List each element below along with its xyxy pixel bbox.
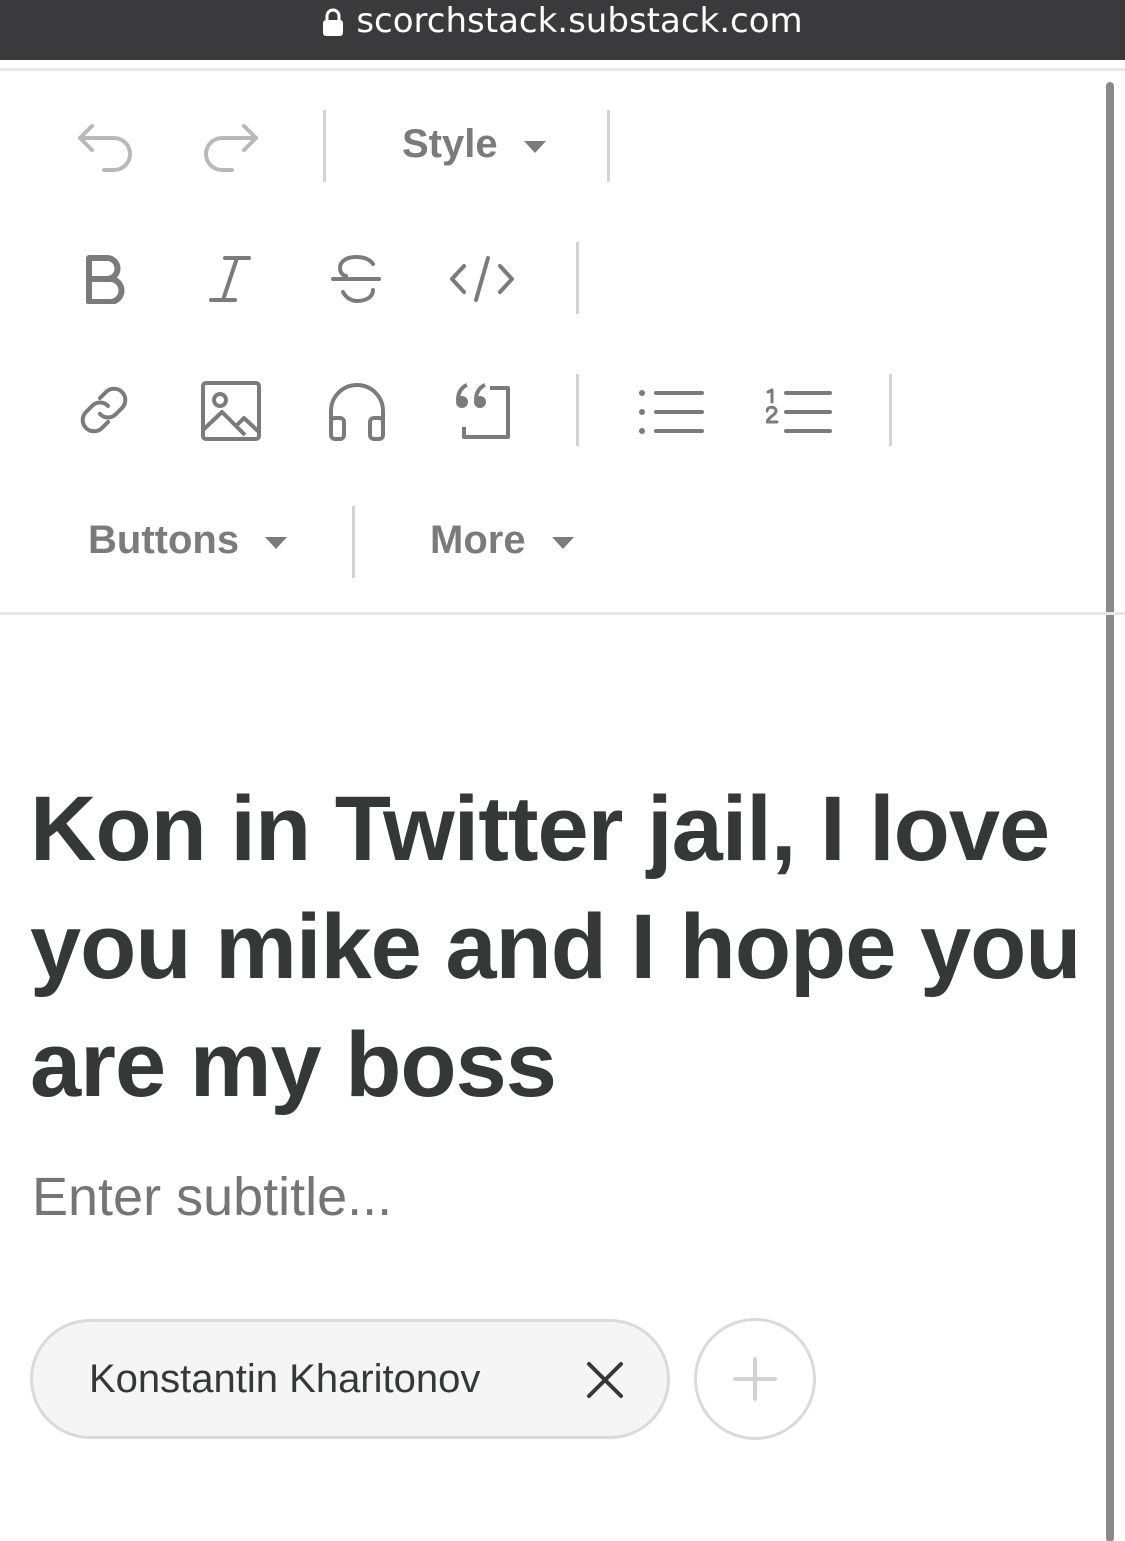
image-button[interactable] [198,378,264,444]
numbered-list-button[interactable] [764,382,834,442]
bullet-list-icon [639,390,704,434]
toolbar-separator [576,242,579,314]
undo-button[interactable] [70,116,142,176]
toolbar-separator [889,374,892,446]
toolbar-separator [607,110,610,182]
bold-button[interactable] [74,248,134,310]
toolbar-separator [323,110,326,182]
undo-icon [78,124,132,172]
link-icon [80,386,128,434]
lock-icon [323,8,344,36]
plus-icon [733,1357,777,1401]
add-author-button[interactable] [694,1318,816,1440]
toolbar-separator [576,374,579,446]
browser-url-bar[interactable]: scorchstack.substack.com [0,0,1125,60]
buttons-label: Buttons [88,518,240,562]
url-text: scorchstack.substack.com [356,1,803,41]
headphones-icon [329,383,385,441]
audio-button[interactable] [324,378,390,444]
strikethrough-icon [331,254,381,304]
more-dropdown[interactable]: More [430,518,574,563]
editor-toolbar: Style Buttons More [0,72,1106,614]
subtitle-input[interactable] [32,1166,1032,1228]
style-dropdown[interactable]: Style [402,122,546,167]
quote-button[interactable] [448,378,514,444]
italic-icon [209,256,251,302]
caret-down-icon [265,536,288,549]
redo-button[interactable] [194,116,266,176]
toolbar-divider [0,612,1125,615]
numbered-list-icon [766,388,832,433]
caret-down-icon [523,140,546,153]
strikethrough-button[interactable] [326,248,386,310]
more-label: More [430,518,526,562]
url-bar-divider [0,68,1125,71]
image-icon [201,381,261,441]
redo-icon [204,124,258,172]
bullet-list-button[interactable] [636,382,706,442]
author-chip[interactable]: Konstantin Kharitonov [30,1319,670,1439]
author-name: Konstantin Kharitonov [89,1356,481,1401]
toolbar-separator [352,506,355,578]
caret-down-icon [551,536,574,549]
buttons-dropdown[interactable]: Buttons [88,518,288,563]
quote-icon [456,383,510,439]
link-button[interactable] [72,378,136,442]
code-icon [450,256,514,302]
code-button[interactable] [446,248,518,310]
italic-button[interactable] [200,248,260,310]
page: scorchstack.substack.com Style Buttons M… [0,0,1125,1541]
style-label: Style [402,122,498,166]
bold-icon [86,255,125,304]
close-icon[interactable] [585,1360,625,1400]
post-title[interactable]: Kon in Twitter jail, I love you mike and… [30,770,1110,1124]
